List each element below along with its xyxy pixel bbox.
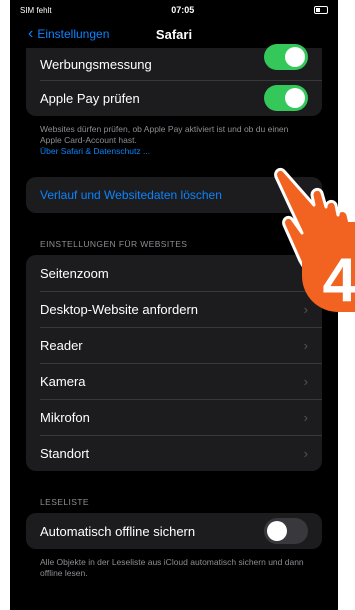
phone-screen: SIM fehlt 07:05 ‹ Einstellungen Safari W… <box>10 0 338 610</box>
row-label: Werbungsmessung <box>40 56 152 72</box>
row-standort[interactable]: Standort › <box>26 435 322 471</box>
clock: 07:05 <box>171 5 195 15</box>
row-label: Automatisch offline sichern <box>40 523 196 539</box>
row-label: Apple Pay prüfen <box>40 90 140 106</box>
row-label: Standort <box>40 445 90 461</box>
chevron-right-icon: › <box>303 337 308 353</box>
privacy-footer: Websites dürfen prüfen, ob Apple Pay akt… <box>40 124 308 157</box>
row-label: Mikrofon <box>40 409 90 425</box>
row-offline-sichern: Automatisch offline sichern <box>26 513 322 549</box>
row-apple-pay: Apple Pay prüfen <box>26 80 322 116</box>
toggle-knob <box>285 47 305 67</box>
row-reader[interactable]: Reader › <box>26 327 322 363</box>
row-label: Desktop-Website anfordern <box>40 301 199 317</box>
page-title: Safari <box>155 27 193 42</box>
privacy-link[interactable]: Über Safari & Datenschutz ... <box>40 146 150 156</box>
chevron-right-icon: › <box>303 301 308 317</box>
row-mikrofon[interactable]: Mikrofon › <box>26 399 322 435</box>
clear-history-button[interactable]: Verlauf und Websitedaten löschen <box>26 177 322 213</box>
offline-sichern-toggle[interactable] <box>264 518 308 544</box>
row-seitenzoom[interactable]: Seitenzoom › <box>26 255 322 291</box>
privacy-footer-text: Websites dürfen prüfen, ob Apple Pay akt… <box>40 124 289 145</box>
toggle-knob <box>285 88 305 108</box>
clear-history-group: Verlauf und Websitedaten löschen <box>26 177 322 213</box>
reading-list-group: Automatisch offline sichern <box>26 513 322 549</box>
row-label: Kamera <box>40 373 86 389</box>
battery-icon <box>313 6 328 14</box>
carrier-label: SIM fehlt <box>20 5 52 15</box>
chevron-right-icon: › <box>303 409 308 425</box>
row-label: Seitenzoom <box>40 265 109 281</box>
privacy-group: Werbungsmessung Apple Pay prüfen <box>26 44 322 116</box>
row-desktop-website[interactable]: Desktop-Website anfordern › <box>26 291 322 327</box>
website-settings-group: Seitenzoom › Desktop-Website anfordern ›… <box>26 255 322 471</box>
row-kamera[interactable]: Kamera › <box>26 363 322 399</box>
werbungsmessung-toggle[interactable] <box>264 44 308 70</box>
website-settings-header: EINSTELLUNGEN FÜR WEBSITES <box>40 239 188 249</box>
toggle-knob <box>267 521 287 541</box>
chevron-right-icon: › <box>303 445 308 461</box>
row-werbungsmessung: Werbungsmessung <box>26 44 322 80</box>
apple-pay-toggle[interactable] <box>264 85 308 111</box>
row-label: Reader <box>40 337 83 353</box>
status-bar: SIM fehlt 07:05 <box>10 0 338 20</box>
reading-list-footer: Alle Objekte in der Leseliste aus iCloud… <box>40 557 304 578</box>
step-number: 4 <box>322 246 355 315</box>
clear-history-label: Verlauf und Websitedaten löschen <box>40 188 222 202</box>
reading-list-header: LESELISTE <box>40 497 89 507</box>
chevron-right-icon: › <box>303 373 308 389</box>
